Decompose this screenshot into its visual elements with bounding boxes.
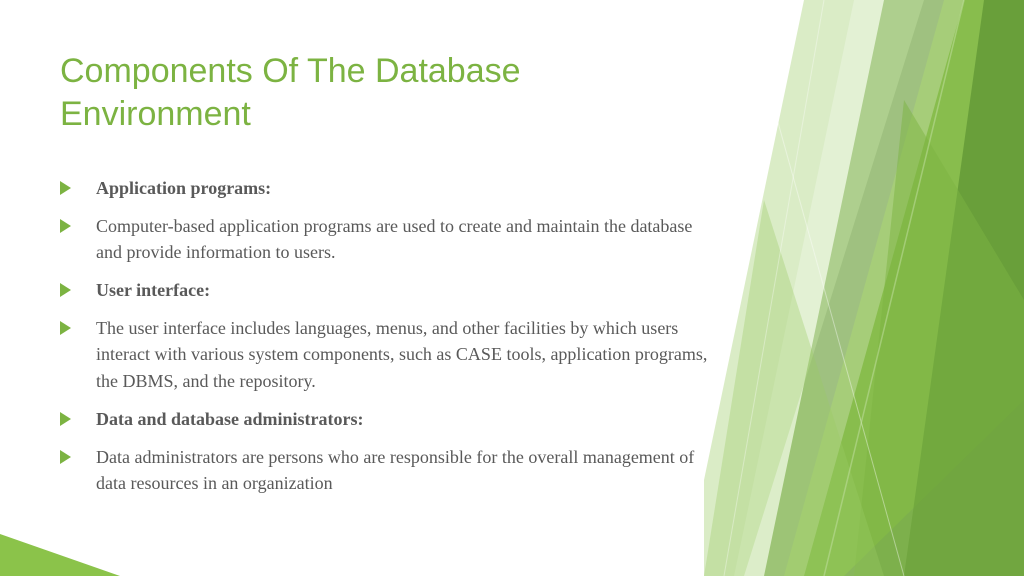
decorative-background (704, 0, 1024, 576)
slide-content: Components Of The Database Environment A… (60, 50, 720, 508)
bullet-item: The user interface includes languages, m… (60, 315, 720, 393)
bullet-list: Application programs: Computer-based app… (60, 175, 720, 496)
bullet-item: Data administrators are persons who are … (60, 444, 720, 496)
slide-title: Components Of The Database Environment (60, 50, 720, 135)
bullet-item: Computer-based application programs are … (60, 213, 720, 265)
corner-accent (0, 534, 120, 576)
bullet-item: User interface: (60, 277, 720, 303)
bullet-item: Data and database administrators: (60, 406, 720, 432)
bullet-item: Application programs: (60, 175, 720, 201)
